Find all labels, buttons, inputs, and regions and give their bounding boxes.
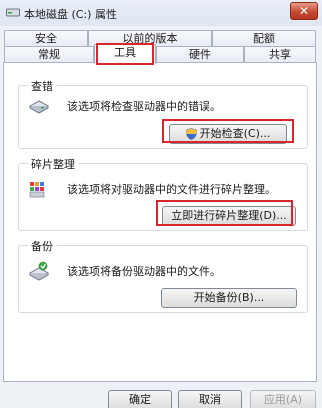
uac-shield-icon <box>185 128 197 140</box>
backup-icon <box>28 261 50 281</box>
drive-icon <box>6 8 20 17</box>
disk-check-icon <box>28 100 50 114</box>
apply-button[interactable]: 应用(A) <box>250 390 316 408</box>
defrag-now-button[interactable]: 立即进行碎片整理(D)... <box>162 206 296 226</box>
tab-general[interactable]: 常规 <box>4 46 94 63</box>
error-check-label: 查错 <box>28 78 56 94</box>
start-backup-button[interactable]: 开始备份(B)... <box>161 288 297 308</box>
tab-security[interactable]: 安全 <box>4 30 88 47</box>
backup-description: 该选项将备份驱动器中的文件。 <box>67 265 221 278</box>
tab-tools[interactable]: 工具 <box>94 44 156 64</box>
backup-label: 备份 <box>28 238 56 254</box>
title-bar: 本地磁盘 (C:) 属性 ✕ <box>0 0 322 26</box>
backup-group: 备份 该选项将备份驱动器中的文件。 开始备份(B)... <box>18 238 308 313</box>
tab-hardware[interactable]: 硬件 <box>156 46 244 63</box>
ok-button[interactable]: 确定 <box>108 390 172 408</box>
defrag-description: 该选项将对驱动器中的文件进行碎片整理。 <box>67 183 276 196</box>
defrag-icon <box>29 182 45 198</box>
defrag-group: 碎片整理 该选项将对驱动器中的文件进行碎片整理。 立即进行碎片整理(D)... <box>18 156 308 231</box>
tools-panel: 查错 该选项将检查驱动器中的错误。 开始检查(C)... 碎片整理 该选项将对驱… <box>3 62 317 382</box>
tab-quota[interactable]: 配额 <box>212 30 316 47</box>
tab-sharing[interactable]: 共享 <box>244 46 316 63</box>
start-check-label: 开始检查(C)... <box>199 127 271 140</box>
defrag-label: 碎片整理 <box>28 156 78 172</box>
error-check-description: 该选项将检查驱动器中的错误。 <box>67 100 221 113</box>
window-title: 本地磁盘 (C:) 属性 <box>24 8 117 21</box>
error-check-group: 查错 该选项将检查驱动器中的错误。 开始检查(C)... <box>18 78 308 149</box>
cancel-button[interactable]: 取消 <box>178 390 242 408</box>
start-check-button[interactable]: 开始检查(C)... <box>169 124 287 144</box>
close-button[interactable]: ✕ <box>290 2 318 20</box>
